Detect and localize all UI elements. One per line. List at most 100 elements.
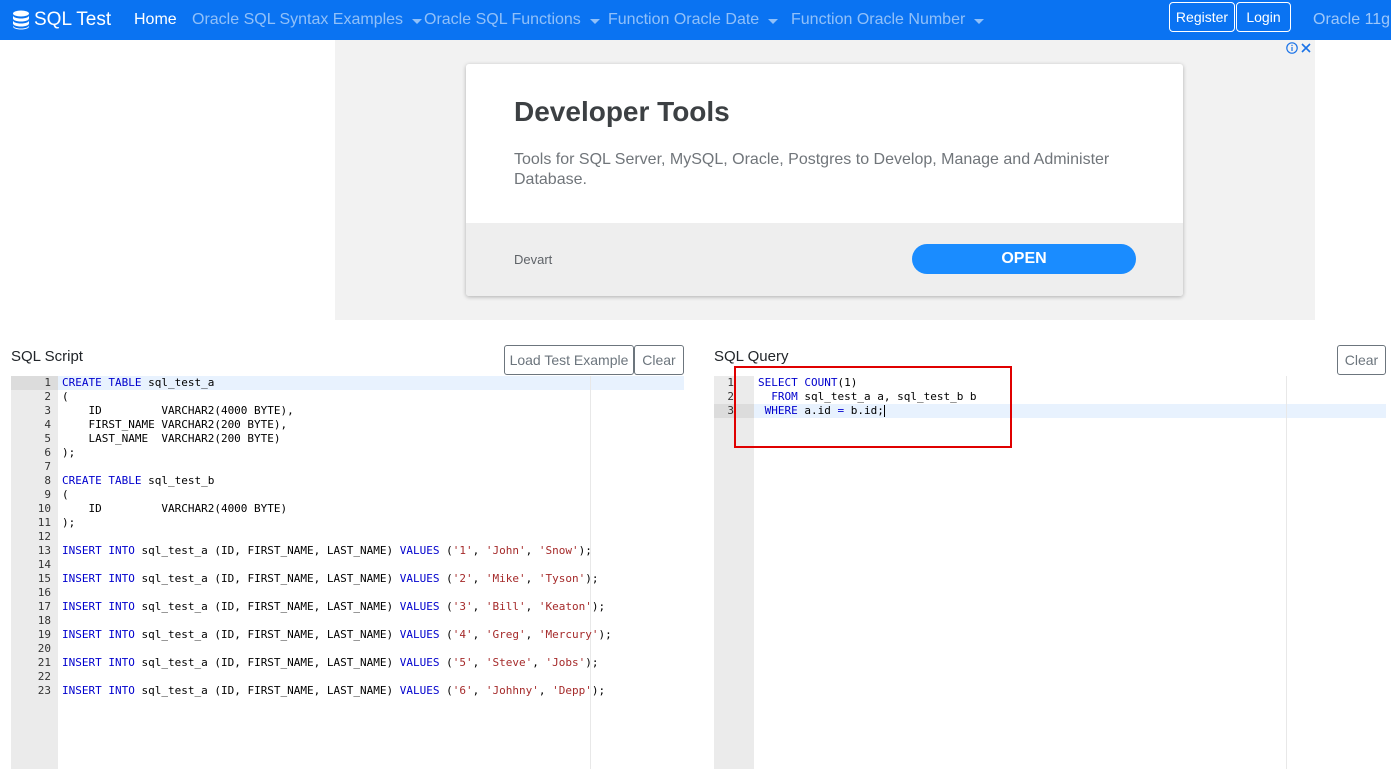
sql-token: sql_test_a (ID, FIRST_NAME, LAST_NAME) xyxy=(134,572,400,585)
code-text: INSERT INTO sql_test_a (ID, FIRST_NAME, … xyxy=(62,684,605,698)
ad-choices[interactable] xyxy=(1286,42,1311,54)
sql-keyword: INSERT INTO xyxy=(62,544,135,557)
ad-open-button[interactable]: OPEN xyxy=(912,244,1136,274)
line-number: 10 xyxy=(37,502,51,515)
code-line: 7 xyxy=(11,460,684,474)
line-number: 17 xyxy=(37,600,51,613)
line-number: 6 xyxy=(44,446,51,459)
sql-keyword: CREATE TABLE xyxy=(62,376,142,389)
sql-token: sql_test_a (ID, FIRST_NAME, LAST_NAME) xyxy=(134,684,400,697)
sql-string: 'Tyson' xyxy=(538,572,586,585)
code-line: 12 xyxy=(11,530,684,544)
sql-token: , xyxy=(472,572,486,585)
sql-keyword: INSERT INTO xyxy=(62,572,135,585)
sql-token: , xyxy=(525,600,539,613)
sql-keyword: VALUES xyxy=(399,656,440,669)
sql-string: '3' xyxy=(452,600,473,613)
sql-keyword: INSERT INTO xyxy=(62,600,135,613)
code-line: 19 INSERT INTO sql_test_a (ID, FIRST_NAME… xyxy=(11,628,684,642)
nav-label: Function Oracle Number xyxy=(791,11,966,28)
sql-string: '4' xyxy=(452,628,473,641)
sql-token: LAST_NAME VARCHAR2(200 BYTE) xyxy=(62,432,281,445)
line-number: 3 xyxy=(727,404,734,417)
code-text: CREATE TABLE sql_test_b xyxy=(62,474,214,488)
ad-description: Tools for SQL Server, MySQL, Oracle, Pos… xyxy=(514,151,1110,188)
sql-token: ID VARCHAR2(4000 BYTE), xyxy=(62,404,294,417)
info-icon[interactable] xyxy=(1286,42,1298,54)
code-text: INSERT INTO sql_test_a (ID, FIRST_NAME, … xyxy=(62,628,612,642)
sql-keyword: VALUES xyxy=(399,600,440,613)
line-number: 18 xyxy=(37,614,51,627)
code-line: 5 LAST_NAME VARCHAR2(200 BYTE) xyxy=(11,432,684,446)
database-selector[interactable]: Oracle 11g xyxy=(1313,0,1390,40)
nav-function-oracle-number[interactable]: Function Oracle Number xyxy=(791,0,985,40)
nav-label: Oracle SQL Functions xyxy=(424,11,581,28)
nav-home[interactable]: Home xyxy=(134,0,177,40)
sql-query-title: SQL Query xyxy=(714,348,789,365)
line-number: 15 xyxy=(37,572,51,585)
code-text: LAST_NAME VARCHAR2(200 BYTE) xyxy=(62,432,281,446)
line-number: 1 xyxy=(727,376,734,389)
nav-function-oracle-date[interactable]: Function Oracle Date xyxy=(608,0,779,40)
sql-keyword: INSERT INTO xyxy=(62,656,135,669)
sql-token: , xyxy=(525,544,539,557)
login-button[interactable]: Login xyxy=(1236,2,1291,32)
sql-token: FIRST_NAME VARCHAR2(200 BYTE), xyxy=(62,418,288,431)
code-text: ); xyxy=(62,446,75,460)
line-number: 22 xyxy=(37,670,51,683)
line-number: 23 xyxy=(37,684,51,697)
code-text: INSERT INTO sql_test_a (ID, FIRST_NAME, … xyxy=(62,656,599,670)
line-number: 16 xyxy=(37,586,51,599)
query-clear-button[interactable]: Clear xyxy=(1337,345,1386,375)
sql-token: , xyxy=(472,656,486,669)
sql-token: , xyxy=(472,628,486,641)
code-line: 14 xyxy=(11,558,684,572)
register-button[interactable]: Register xyxy=(1169,2,1235,32)
nav-oracle-sql-syntax-examples[interactable]: Oracle SQL Syntax Examples xyxy=(192,0,423,40)
ad-sponsor: Devart xyxy=(514,252,553,267)
sql-script-editor[interactable]: 1 CREATE TABLE sql_test_a 2(3 ID VARCHAR2(… xyxy=(11,376,684,769)
code-line: 6); xyxy=(11,446,684,460)
sql-token: ID VARCHAR2(4000 BYTE) xyxy=(62,502,288,515)
code-line: 21 INSERT INTO sql_test_a (ID, FIRST_NAME… xyxy=(11,656,684,670)
sql-token: , xyxy=(532,656,546,669)
line-number: 8 xyxy=(44,474,51,487)
load-test-example-button[interactable]: Load Test Example xyxy=(504,345,634,375)
sql-token: ); xyxy=(591,600,606,613)
chevron-down-icon xyxy=(974,18,985,24)
sql-keyword: VALUES xyxy=(399,684,440,697)
top-navbar: SQL Test Home Oracle SQL Syntax Examples… xyxy=(0,0,1391,40)
code-text: FIRST_NAME VARCHAR2(200 BYTE), xyxy=(62,418,287,432)
line-number: 5 xyxy=(44,432,51,445)
script-clear-button[interactable]: Clear xyxy=(634,345,684,375)
code-text: INSERT INTO sql_test_a (ID, FIRST_NAME, … xyxy=(62,600,605,614)
sql-keyword: VALUES xyxy=(399,628,440,641)
sql-token: , xyxy=(538,684,553,697)
nav-home-label: Home xyxy=(134,11,177,28)
database-icon xyxy=(13,10,29,30)
sql-token: sql_test_a (ID, FIRST_NAME, LAST_NAME) xyxy=(134,600,400,613)
sql-keyword: VALUES xyxy=(399,572,440,585)
close-icon[interactable] xyxy=(1301,43,1311,53)
sql-token: ); xyxy=(62,446,76,459)
code-line: 9( xyxy=(11,488,684,502)
ad-banner: Developer Tools Tools for SQL Server, My… xyxy=(335,40,1315,320)
code-line: 17 INSERT INTO sql_test_a (ID, FIRST_NAME… xyxy=(11,600,684,614)
code-line: 1 CREATE TABLE sql_test_a xyxy=(11,376,684,390)
print-margin xyxy=(1286,376,1287,769)
sql-string: '1' xyxy=(452,544,473,557)
line-number: 19 xyxy=(37,628,51,641)
sql-string: 'Mike' xyxy=(485,572,526,585)
code-text: ID VARCHAR2(4000 BYTE), xyxy=(62,404,294,418)
sql-token: ); xyxy=(585,572,599,585)
code-line: 4 FIRST_NAME VARCHAR2(200 BYTE), xyxy=(11,418,684,432)
brand-link[interactable]: SQL Test xyxy=(12,0,111,40)
sql-token: sql_test_a (ID, FIRST_NAME, LAST_NAME) xyxy=(134,544,400,557)
sql-token: ( xyxy=(439,628,453,641)
sql-token: ( xyxy=(439,656,453,669)
sql-keyword: INSERT INTO xyxy=(62,684,135,697)
sql-string: 'Depp' xyxy=(552,684,592,697)
ad-card[interactable]: Developer Tools Tools for SQL Server, My… xyxy=(466,64,1183,296)
nav-oracle-sql-functions[interactable]: Oracle SQL Functions xyxy=(424,0,600,40)
code-line: 11); xyxy=(11,516,684,530)
